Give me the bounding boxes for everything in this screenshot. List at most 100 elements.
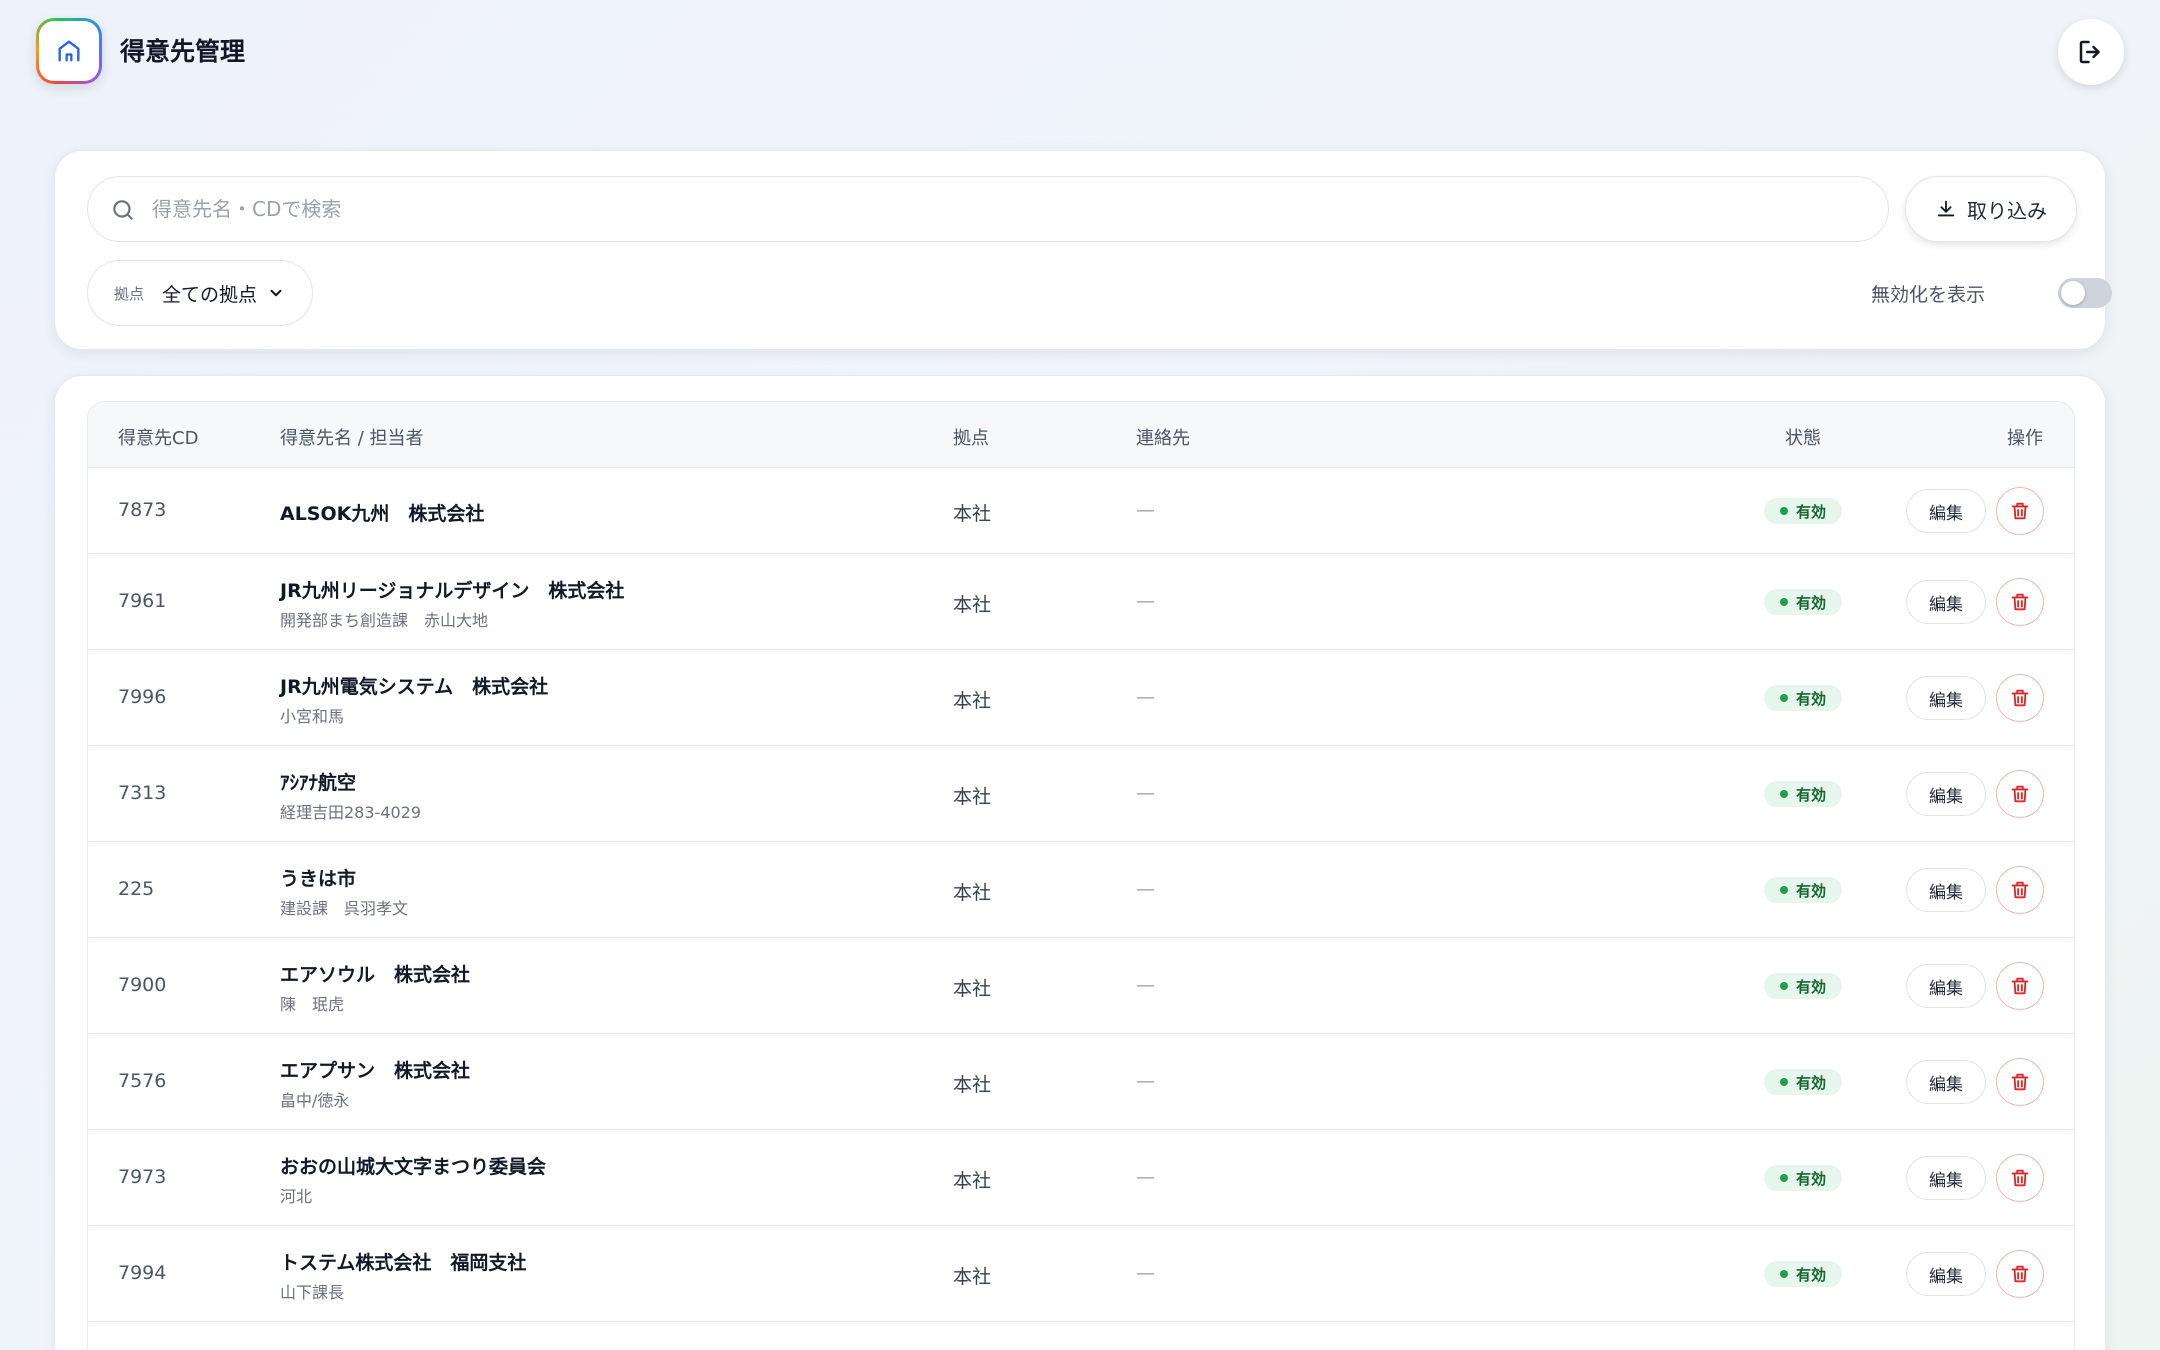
status-badge: 有効 xyxy=(1764,1261,1842,1287)
column-header-contact: 連絡先 xyxy=(1136,428,1190,449)
delete-button[interactable] xyxy=(1996,578,2044,626)
show-disabled-toggle[interactable] xyxy=(2058,278,2112,308)
customer-cd: 7873 xyxy=(118,499,167,521)
customer-name: JR九州電気システム 株式会社 xyxy=(280,676,549,698)
customer-person: 建設課 呉羽孝文 xyxy=(280,899,409,918)
customer-name: おおの山城大文字まつり委員会 xyxy=(280,1156,547,1178)
status-label: 有効 xyxy=(1795,1169,1826,1188)
edit-button[interactable]: 編集 xyxy=(1906,868,1986,912)
table-row: 7994 トステム株式会社 福岡支社 山下課長 本社 — 有効 編集 xyxy=(88,1226,2074,1322)
search-input[interactable] xyxy=(152,177,1852,241)
edit-button[interactable]: 編集 xyxy=(1906,1060,1986,1104)
app-logo xyxy=(36,18,102,84)
table-header: 得意先CD 得意先名 / 担当者 拠点 連絡先 状態 操作 xyxy=(88,402,2074,468)
status-label: 有効 xyxy=(1795,593,1826,612)
customer-contact: — xyxy=(1136,1070,1155,1092)
delete-button[interactable] xyxy=(1996,487,2044,535)
edit-button[interactable]: 編集 xyxy=(1906,1252,1986,1296)
search-icon xyxy=(113,200,133,220)
customer-contact: — xyxy=(1136,782,1155,804)
customer-cd: 225 xyxy=(118,878,155,900)
customer-table-panel: 得意先CD 得意先名 / 担当者 拠点 連絡先 状態 操作 7873 ALSOK九… xyxy=(54,375,2106,1350)
import-button[interactable]: 取り込み xyxy=(1905,176,2077,242)
status-badge: 有効 xyxy=(1764,973,1842,999)
trash-icon xyxy=(2011,502,2029,520)
column-header-actions: 操作 xyxy=(2007,428,2043,449)
customer-cd: 7313 xyxy=(118,782,167,804)
column-header-cd: 得意先CD xyxy=(118,428,199,449)
edit-button[interactable]: 編集 xyxy=(1906,489,1986,533)
status-badge: 有効 xyxy=(1764,1069,1842,1095)
edit-button[interactable]: 編集 xyxy=(1906,580,1986,624)
customer-cd: 7576 xyxy=(118,1070,167,1092)
customer-contact: — xyxy=(1136,974,1155,996)
table-row: 7900 エアソウル 株式会社陳 珉虎 本社 — 有効 編集 xyxy=(88,938,2074,1034)
status-dot-icon xyxy=(1779,1078,1788,1086)
customer-name: トステム株式会社 福岡支社 xyxy=(280,1252,527,1274)
home-icon xyxy=(58,40,80,62)
customer-location: 本社 xyxy=(953,1266,992,1288)
logout-button[interactable] xyxy=(2058,19,2124,85)
trash-icon xyxy=(2011,881,2029,899)
status-dot-icon xyxy=(1779,507,1788,515)
edit-button[interactable]: 編集 xyxy=(1906,676,1986,720)
customer-cd: 7900 xyxy=(118,974,167,996)
table-row: 7873 ALSOK九州 株式会社 本社 — 有効 編集 xyxy=(88,468,2074,554)
status-dot-icon xyxy=(1779,982,1788,990)
status-label: 有効 xyxy=(1795,1073,1826,1092)
delete-button[interactable] xyxy=(1996,674,2044,722)
page-title: 得意先管理 xyxy=(120,37,246,66)
delete-button[interactable] xyxy=(1996,866,2044,914)
customer-contact: — xyxy=(1136,686,1155,708)
delete-button[interactable] xyxy=(1996,1058,2044,1106)
status-badge: 有効 xyxy=(1764,1165,1842,1191)
column-header-status: 状態 xyxy=(1785,428,1821,449)
trash-icon xyxy=(2011,1073,2029,1091)
customer-contact: — xyxy=(1136,1262,1155,1284)
delete-button[interactable] xyxy=(1996,1154,2044,1202)
customer-contact: — xyxy=(1136,499,1155,521)
customer-person: 経理吉田283-4029 xyxy=(280,803,422,822)
customer-location: 本社 xyxy=(953,503,992,525)
chevron-down-icon xyxy=(270,289,282,297)
column-header-location: 拠点 xyxy=(953,428,989,449)
delete-button[interactable] xyxy=(1996,770,2044,818)
table-row: 7313 ｱｼｱﾅ航空 経理吉田283-4029 本社 — 有効 編集 xyxy=(88,746,2074,842)
column-header-name: 得意先名 / 担当者 xyxy=(280,428,424,449)
customer-name: JR九州リージョナルデザイン 株式会社 xyxy=(280,580,625,602)
table-row: 225 うきは市 建設課 呉羽孝文 本社 — 有効 編集 xyxy=(88,842,2074,938)
table-row: 7996 JR九州電気システム 株式会社 小宮和馬 本社 — 有効 編集 xyxy=(88,650,2074,746)
customer-cd: 7973 xyxy=(118,1166,167,1188)
customer-person: 開発部まち創造課 赤山大地 xyxy=(280,611,489,630)
status-badge: 有効 xyxy=(1764,685,1842,711)
table-row: 7576 エアプサン 株式会社 畠中/徳永 本社 — 有効 編集 xyxy=(88,1034,2074,1130)
location-select-value: 全ての拠点 xyxy=(162,283,258,306)
delete-button[interactable] xyxy=(1996,1250,2044,1298)
edit-button[interactable]: 編集 xyxy=(1906,772,1986,816)
status-badge: 有効 xyxy=(1764,498,1842,524)
delete-button[interactable] xyxy=(1996,962,2044,1010)
customer-location: 本社 xyxy=(953,1074,992,1096)
customer-location: 本社 xyxy=(953,1170,992,1192)
status-label: 有効 xyxy=(1795,881,1826,900)
customer-cd: 7994 xyxy=(118,1262,167,1284)
customer-location: 本社 xyxy=(953,594,992,616)
trash-icon xyxy=(2011,689,2029,707)
status-dot-icon xyxy=(1779,886,1788,894)
status-label: 有効 xyxy=(1795,502,1826,521)
table-row: 7961 JR九州リージョナルデザイン 株式会社 開発部まち創造課 赤山大地 本社 — 有… xyxy=(88,554,2074,650)
trash-icon xyxy=(2011,785,2029,803)
edit-button[interactable]: 編集 xyxy=(1906,964,1986,1008)
status-dot-icon xyxy=(1779,1270,1788,1278)
customer-contact: — xyxy=(1136,590,1155,612)
status-dot-icon xyxy=(1779,694,1788,702)
import-button-label: 取り込み xyxy=(1967,198,2047,223)
customer-cd: 7996 xyxy=(118,686,167,708)
status-label: 有効 xyxy=(1795,1265,1826,1284)
location-select[interactable]: 拠点 全ての拠点 xyxy=(87,260,313,326)
status-label: 有効 xyxy=(1795,785,1826,804)
customer-person: 陳 珉虎 xyxy=(280,995,345,1014)
status-badge: 有効 xyxy=(1764,781,1842,807)
logout-icon xyxy=(2079,40,2100,64)
edit-button[interactable]: 編集 xyxy=(1906,1156,1986,1200)
